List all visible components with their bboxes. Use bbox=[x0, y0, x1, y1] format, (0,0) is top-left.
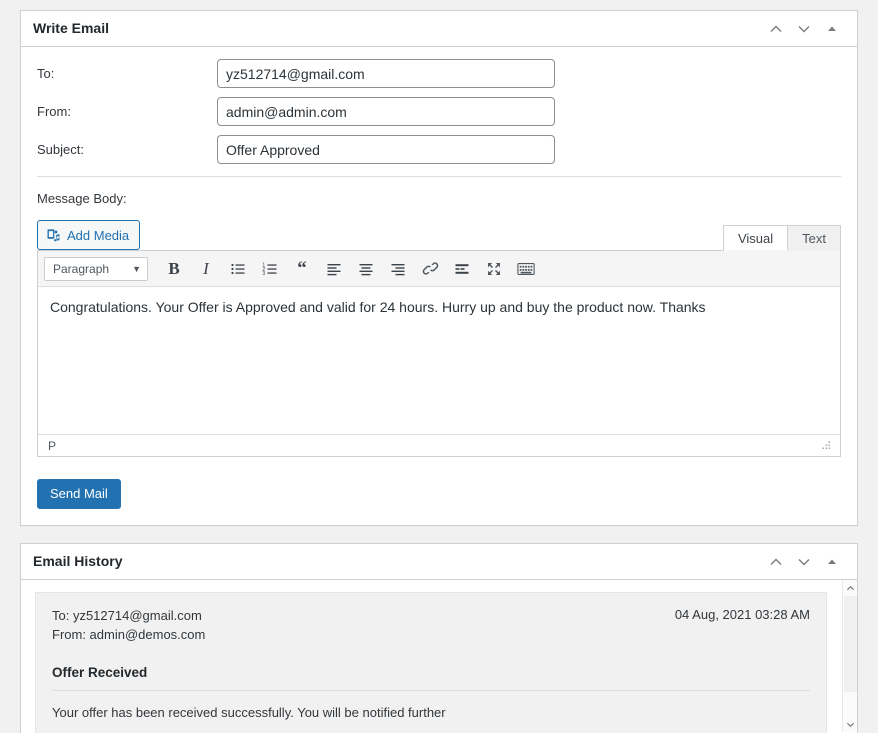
to-input[interactable] bbox=[217, 59, 555, 88]
format-select-value: Paragraph bbox=[53, 261, 110, 276]
editor-statusbar: P bbox=[38, 434, 840, 456]
svg-text:3: 3 bbox=[262, 271, 265, 277]
add-media-button[interactable]: Add Media bbox=[37, 220, 141, 250]
tab-text[interactable]: Text bbox=[788, 225, 841, 251]
write-email-body: To: From: Subject: Message Body: bbox=[21, 47, 857, 525]
history-entry-addresses: To: yz512714@gmail.com From: admin@demos… bbox=[52, 607, 205, 645]
history-entry-to: To: yz512714@gmail.com bbox=[52, 608, 202, 623]
history-entry-subject: Offer Received bbox=[52, 665, 810, 691]
to-label: To: bbox=[37, 66, 55, 81]
italic-icon[interactable]: I bbox=[190, 254, 222, 284]
insert-read-more-icon[interactable] bbox=[446, 254, 478, 284]
history-entry-from: From: admin@demos.com bbox=[52, 626, 206, 642]
tab-visual[interactable]: Visual bbox=[722, 225, 789, 251]
blockquote-icon[interactable]: “ bbox=[286, 254, 318, 284]
bulleted-list-icon[interactable] bbox=[222, 254, 254, 284]
editor-mode-tabs: Visual Text bbox=[722, 224, 841, 251]
editor-content[interactable]: Congratulations. Your Offer is Approved … bbox=[38, 287, 840, 434]
send-mail-button[interactable]: Send Mail bbox=[37, 479, 121, 509]
editor-top-row: Add Media Visual Text bbox=[37, 220, 841, 251]
collapse-panel-icon[interactable] bbox=[819, 16, 845, 42]
resize-handle-icon[interactable] bbox=[820, 439, 834, 453]
add-media-label: Add Media bbox=[67, 227, 130, 243]
editor-wrapper: Add Media Visual Text Paragraph ▼ B I 1 … bbox=[37, 220, 841, 457]
numbered-list-icon[interactable]: 1 2 3 bbox=[254, 254, 286, 284]
editor-box: Paragraph ▼ B I 1 2 3 “ Congratulations.… bbox=[37, 250, 841, 457]
move-up-icon[interactable] bbox=[763, 16, 789, 42]
insert-link-icon[interactable] bbox=[414, 254, 446, 284]
subject-label: Subject: bbox=[37, 142, 84, 157]
write-email-header: Write Email bbox=[21, 11, 857, 47]
add-media-icon bbox=[46, 228, 61, 243]
write-email-header-actions bbox=[763, 16, 845, 42]
form-divider bbox=[37, 176, 841, 177]
editor-toolbar: Paragraph ▼ B I 1 2 3 “ bbox=[38, 251, 840, 287]
move-down-icon[interactable] bbox=[791, 16, 817, 42]
write-email-panel: Write Email To: From: bbox=[20, 10, 858, 526]
fullscreen-icon[interactable] bbox=[478, 254, 510, 284]
write-email-title: Write Email bbox=[33, 19, 109, 36]
from-input[interactable] bbox=[217, 97, 555, 126]
history-entry-date: 04 Aug, 2021 03:28 AM bbox=[674, 607, 810, 622]
history-entry-top: To: yz512714@gmail.com From: admin@demos… bbox=[52, 607, 810, 645]
collapse-panel-icon[interactable] bbox=[819, 549, 845, 575]
element-path: P bbox=[48, 438, 57, 453]
history-entry-message: Your offer has been received successfull… bbox=[52, 704, 446, 720]
move-down-icon[interactable] bbox=[791, 549, 817, 575]
align-center-icon[interactable] bbox=[350, 254, 382, 284]
bold-icon[interactable]: B bbox=[158, 254, 190, 284]
align-left-icon[interactable] bbox=[318, 254, 350, 284]
format-select[interactable]: Paragraph ▼ bbox=[44, 256, 148, 281]
email-history-body: To: yz512714@gmail.com From: admin@demos… bbox=[21, 580, 857, 733]
history-scrollbar[interactable] bbox=[842, 580, 857, 732]
email-history-header: Email History bbox=[21, 544, 857, 580]
field-row-subject: Subject: bbox=[37, 135, 841, 164]
move-up-icon[interactable] bbox=[763, 549, 789, 575]
align-right-icon[interactable] bbox=[382, 254, 414, 284]
email-history-title: Email History bbox=[33, 552, 123, 569]
scrollbar-thumb[interactable] bbox=[844, 596, 857, 692]
page-root: Write Email To: From: bbox=[0, 10, 878, 733]
toolbar-toggle-icon[interactable] bbox=[510, 254, 542, 284]
chevron-down-icon: ▼ bbox=[132, 263, 141, 274]
scroll-up-icon[interactable] bbox=[843, 580, 858, 596]
history-scroll-area: To: yz512714@gmail.com From: admin@demos… bbox=[35, 592, 843, 733]
history-entry: To: yz512714@gmail.com From: admin@demos… bbox=[35, 592, 827, 733]
from-label: From: bbox=[37, 104, 71, 119]
message-body-label: Message Body: bbox=[37, 191, 127, 206]
subject-input[interactable] bbox=[217, 135, 555, 164]
email-history-panel: Email History To: yz512714@gmail.com Fro… bbox=[20, 543, 858, 733]
email-history-header-actions bbox=[763, 549, 845, 575]
field-row-to: To: bbox=[37, 59, 841, 88]
field-row-from: From: bbox=[37, 97, 841, 126]
scroll-down-icon[interactable] bbox=[843, 716, 858, 732]
